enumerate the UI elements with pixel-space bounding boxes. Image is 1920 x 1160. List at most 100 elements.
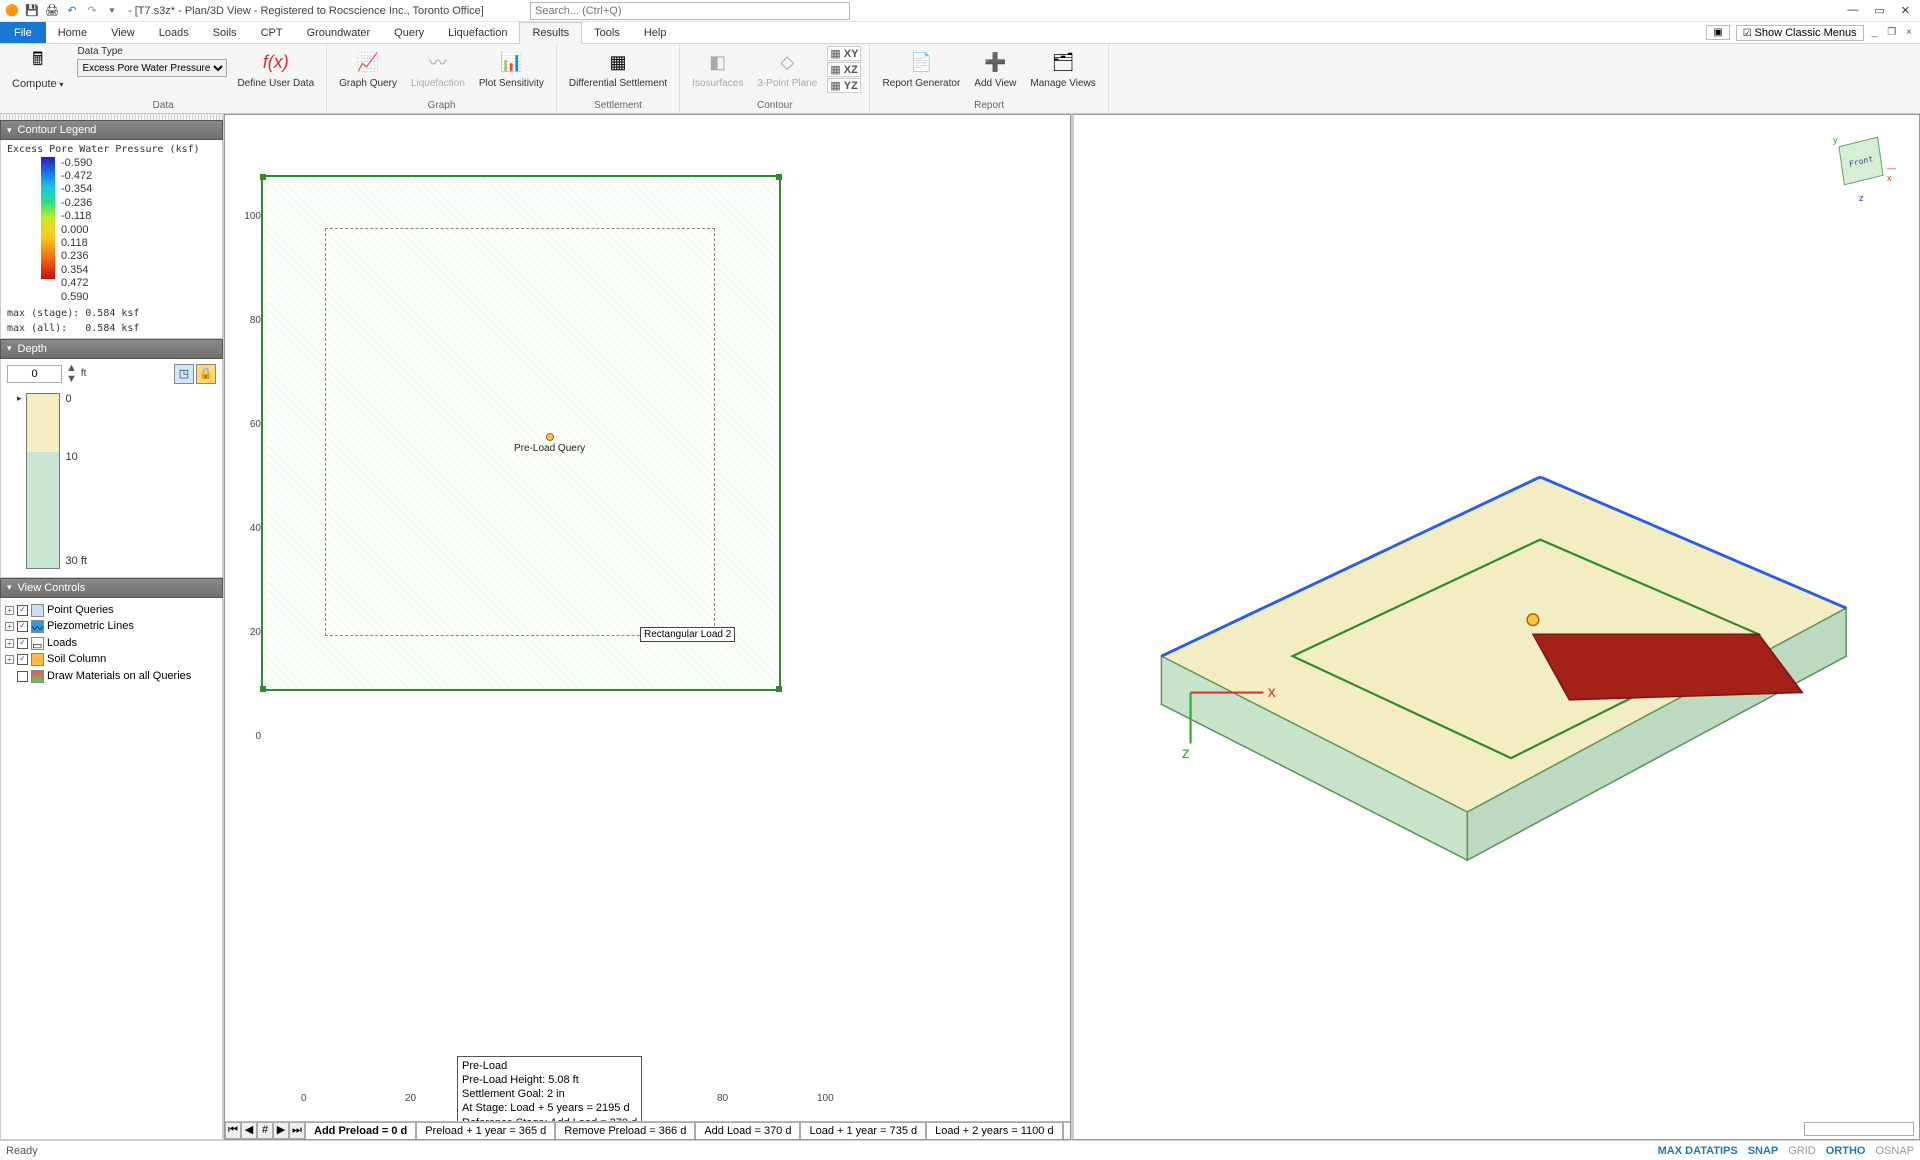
- show-classic-menus-label: Show Classic Menus: [1755, 27, 1857, 39]
- view-controls-header[interactable]: ▾ View Controls: [0, 578, 223, 598]
- status-coord-input[interactable]: [1804, 1122, 1914, 1136]
- load-outline[interactable]: [325, 228, 715, 636]
- legend-ticks: -0.590 -0.472 -0.354 -0.236 -0.118 0.000…: [61, 157, 92, 304]
- menu-query[interactable]: Query: [382, 22, 436, 43]
- orientation-cube[interactable]: Front: [1838, 137, 1883, 186]
- stage-tab-5[interactable]: Load + 2 years = 1100 d: [926, 1122, 1062, 1139]
- tree-loads[interactable]: +▭Loads: [5, 635, 220, 652]
- depth-lock-icon[interactable]: 🔒: [196, 364, 216, 384]
- panel-toggle-icon[interactable]: ▣: [1706, 25, 1729, 40]
- status-grid[interactable]: GRID: [1788, 1145, 1816, 1157]
- menu-bar: File Home View Loads Soils CPT Groundwat…: [0, 22, 1920, 44]
- 3d-model[interactable]: x z: [1074, 115, 1919, 1139]
- depth-mode-icon[interactable]: ◳: [174, 364, 194, 384]
- stage-tab-1[interactable]: Preload + 1 year = 365 d: [416, 1122, 555, 1139]
- plan-x-axis: 0 20 40 60 80 100: [265, 1093, 1050, 1111]
- depth-header[interactable]: ▾ Depth: [0, 339, 223, 359]
- status-ortho[interactable]: ORTHO: [1826, 1145, 1866, 1157]
- print-icon[interactable]: 🖨: [44, 3, 60, 19]
- menu-tools[interactable]: Tools: [582, 22, 632, 43]
- legend-units: Excess Pore Water Pressure (ksf): [7, 144, 216, 157]
- menu-view[interactable]: View: [99, 22, 147, 43]
- stage-tab-4[interactable]: Load + 1 year = 735 d: [800, 1122, 926, 1139]
- soil-column-diagram: ▸ 0 10 30 ft: [17, 393, 210, 569]
- axis-y-icon: y: [1833, 135, 1838, 145]
- tree-point-queries[interactable]: +Point Queries: [5, 602, 220, 619]
- menu-file[interactable]: File: [0, 22, 46, 43]
- manage-views-button[interactable]: 🗂 Manage Views: [1026, 46, 1099, 91]
- diff-settlement-button[interactable]: ▦ Differential Settlement: [565, 46, 671, 91]
- isosurfaces-icon: ◧: [704, 48, 732, 76]
- menu-results[interactable]: Results: [519, 22, 582, 44]
- group-settlement-label: Settlement: [565, 99, 671, 113]
- graph-query-icon: 📈: [354, 48, 382, 76]
- undo-icon[interactable]: ↶: [64, 3, 80, 19]
- menu-help[interactable]: Help: [632, 22, 679, 43]
- legend-max-stage: max (stage): 0.584 ksf: [7, 308, 216, 319]
- axis-z-icon: z: [1859, 193, 1864, 203]
- status-max-datatips[interactable]: MAX DATATIPS: [1658, 1145, 1738, 1157]
- redo-icon[interactable]: ↷: [84, 3, 100, 19]
- plane-yz-button[interactable]: ▦ YZ: [827, 78, 861, 93]
- depth-input[interactable]: [7, 365, 62, 383]
- maximize-button[interactable]: ▭: [1874, 4, 1884, 17]
- tab-nav-next[interactable]: ▶: [273, 1122, 289, 1139]
- menu-loads[interactable]: Loads: [147, 22, 201, 43]
- plane-xz-button[interactable]: ▦ XZ: [827, 62, 861, 77]
- view-controls-tree: +Point Queries +〰Piezometric Lines +▭Loa…: [0, 598, 223, 1140]
- menu-cpt[interactable]: CPT: [249, 22, 295, 43]
- menu-soils[interactable]: Soils: [201, 22, 249, 43]
- isosurfaces-button[interactable]: ◧ Isosurfaces: [688, 46, 747, 91]
- svg-text:x: x: [1268, 683, 1276, 701]
- stage-tab-3[interactable]: Add Load = 370 d: [695, 1122, 800, 1139]
- compute-button[interactable]: 🖩 Compute ▾: [8, 46, 67, 92]
- legend-color-bar: [41, 157, 55, 279]
- add-view-button[interactable]: ➕ Add View: [970, 46, 1020, 91]
- 3d-viewport[interactable]: Front — x y z x: [1071, 114, 1920, 1140]
- minimize-button[interactable]: —: [1847, 4, 1858, 17]
- plot-sensitivity-button[interactable]: 📊 Plot Sensitivity: [475, 46, 548, 91]
- three-point-plane-button[interactable]: ◇ 3-Point Plane: [753, 46, 821, 91]
- report-generator-button[interactable]: 📄 Report Generator: [878, 46, 964, 91]
- depth-spinner[interactable]: ▲▼: [66, 363, 77, 385]
- tab-nav-first[interactable]: ⏮: [225, 1122, 241, 1139]
- menu-home[interactable]: Home: [46, 22, 99, 43]
- save-icon[interactable]: 💾: [24, 3, 40, 19]
- stage-tab-0[interactable]: Add Preload = 0 d: [305, 1122, 416, 1139]
- menu-groundwater[interactable]: Groundwater: [295, 22, 383, 43]
- mdi-minimize[interactable]: _: [1870, 27, 1880, 38]
- show-classic-menus[interactable]: ☑ Show Classic Menus: [1736, 25, 1864, 41]
- tab-nav-last[interactable]: ⏭: [289, 1122, 305, 1139]
- rectangular-load-label[interactable]: Rectangular Load 2: [640, 627, 735, 642]
- status-osnap[interactable]: OSNAP: [1875, 1145, 1914, 1157]
- diff-settlement-icon: ▦: [604, 48, 632, 76]
- liquefaction-button[interactable]: 〰 Liquefaction: [407, 46, 469, 91]
- tab-nav-prev[interactable]: ◀: [241, 1122, 257, 1139]
- close-button[interactable]: ✕: [1901, 4, 1910, 17]
- group-report-label: Report: [878, 99, 1099, 113]
- graph-query-button[interactable]: 📈 Graph Query: [335, 46, 401, 91]
- report-generator-label: Report Generator: [882, 78, 960, 89]
- plan-viewport[interactable]: 100 80 60 40 20 0 0 20 40 60 80 100: [224, 114, 1071, 1140]
- data-type-select[interactable]: Excess Pore Water Pressure: [77, 59, 227, 77]
- ribbon: 🖩 Compute ▾ Data Type Excess Pore Water …: [0, 44, 1920, 114]
- define-user-data-button[interactable]: f(x) Define User Data: [233, 46, 318, 91]
- stage-tab-2[interactable]: Remove Preload = 366 d: [555, 1122, 695, 1139]
- orientation-widget[interactable]: Front — x y z: [1829, 135, 1899, 205]
- contour-legend-title: Contour Legend: [18, 124, 97, 136]
- stage-tab-6[interactable]: Load + 5 years = 2195 d: [1063, 1122, 1071, 1139]
- tree-piezometric-lines[interactable]: +〰Piezometric Lines: [5, 618, 220, 635]
- menu-liquefaction[interactable]: Liquefaction: [436, 22, 519, 43]
- mdi-close[interactable]: ×: [1904, 27, 1914, 38]
- tree-draw-materials[interactable]: +Draw Materials on all Queries: [5, 668, 220, 685]
- query-point[interactable]: Pre-Load Query: [514, 433, 585, 454]
- search-input[interactable]: [530, 2, 850, 20]
- contour-legend-header[interactable]: ▾ Contour Legend: [0, 120, 223, 140]
- manage-views-label: Manage Views: [1030, 78, 1095, 89]
- status-snap[interactable]: SNAP: [1748, 1145, 1779, 1157]
- qat-dropdown-icon[interactable]: ▼: [104, 3, 120, 19]
- tree-soil-column[interactable]: +Soil Column: [5, 651, 220, 668]
- mdi-restore[interactable]: ❐: [1885, 27, 1898, 38]
- plane-xy-button[interactable]: ▦ XY: [827, 46, 861, 61]
- tab-nav-home[interactable]: #: [257, 1122, 273, 1139]
